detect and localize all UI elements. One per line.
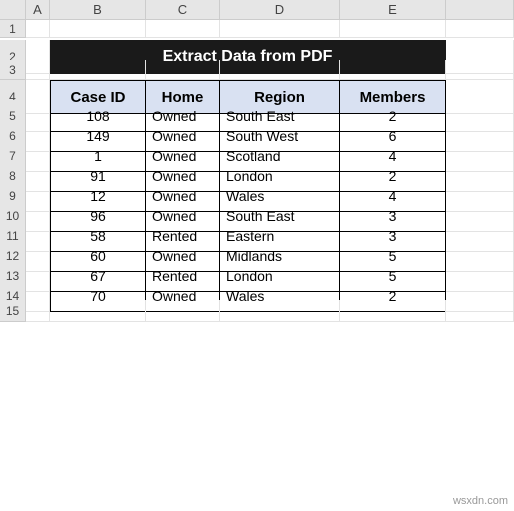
cell-C15[interactable]	[146, 300, 220, 322]
select-all-corner[interactable]	[0, 0, 26, 20]
cell-A15[interactable]	[26, 300, 50, 322]
spreadsheet-grid[interactable]: A B C D E 1 2 Extract Data from PDF 3 4 …	[0, 0, 514, 320]
col-header-C[interactable]: C	[146, 0, 220, 20]
row-header-15[interactable]: 15	[0, 300, 26, 322]
cell-D1[interactable]	[220, 20, 340, 38]
cell-E15[interactable]	[340, 300, 446, 322]
row-header-3[interactable]: 3	[0, 60, 26, 80]
col-header-D[interactable]: D	[220, 0, 340, 20]
cell-F3[interactable]	[446, 60, 514, 80]
cell-C1[interactable]	[146, 20, 220, 38]
cell-E1[interactable]	[340, 20, 446, 38]
cell-F1[interactable]	[446, 20, 514, 38]
cell-F15[interactable]	[446, 300, 514, 322]
cell-B1[interactable]	[50, 20, 146, 38]
cell-B3[interactable]	[50, 60, 146, 80]
cell-C3[interactable]	[146, 60, 220, 80]
cell-B15[interactable]	[50, 300, 146, 322]
col-header-E[interactable]: E	[340, 0, 446, 20]
cell-A3[interactable]	[26, 60, 50, 80]
cell-A1[interactable]	[26, 20, 50, 38]
cell-E3[interactable]	[340, 60, 446, 80]
col-header-spill[interactable]	[446, 0, 514, 20]
row-header-1[interactable]: 1	[0, 20, 26, 38]
cell-D15[interactable]	[220, 300, 340, 322]
cell-D3[interactable]	[220, 60, 340, 80]
watermark-text: wsxdn.com	[453, 495, 508, 507]
col-header-A[interactable]: A	[26, 0, 50, 20]
col-header-B[interactable]: B	[50, 0, 146, 20]
